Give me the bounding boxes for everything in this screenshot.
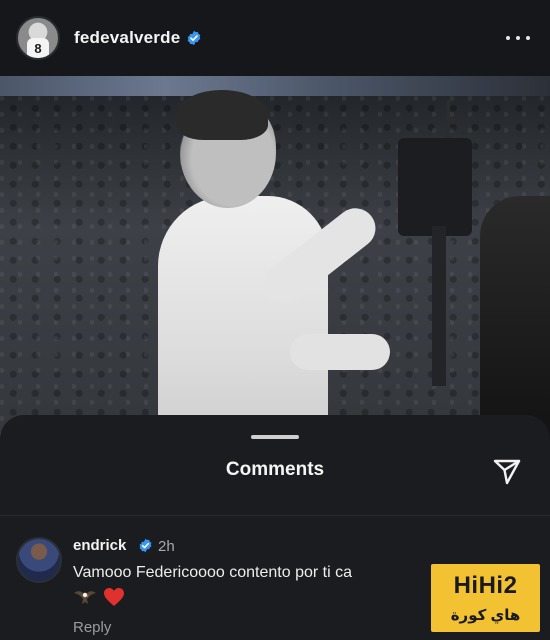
more-dot	[526, 36, 530, 40]
red-heart-emoji-icon	[104, 588, 124, 606]
watermark-arabic: هاي كورة	[450, 607, 521, 624]
sheet-divider	[0, 515, 550, 516]
camera-stabilizer	[432, 226, 446, 386]
comment-timestamp: 2h	[158, 538, 175, 555]
more-dot	[506, 36, 510, 40]
comments-title: Comments	[225, 459, 325, 480]
profile-avatar[interactable]: 8	[16, 16, 60, 60]
comment-avatar[interactable]	[16, 537, 62, 583]
more-dot	[516, 36, 520, 40]
reply-button[interactable]: Reply	[73, 619, 111, 636]
eagle-emoji-icon	[74, 591, 96, 604]
watermark-brand: HiHi2	[453, 572, 518, 599]
post-header: 8 fedevalverde	[0, 0, 550, 76]
post-username[interactable]: fedevalverde	[74, 28, 180, 48]
comment-emojis	[73, 585, 125, 609]
comment-username[interactable]: endrick	[73, 537, 126, 554]
player-hair	[176, 90, 268, 140]
broadcast-camera	[398, 138, 472, 236]
post-photo[interactable]	[0, 76, 550, 456]
watermark-logo: HiHi2 هاي كورة	[431, 564, 540, 632]
more-options-button[interactable]	[506, 28, 530, 48]
comment-text: Vamooo Federicoooo contento por ti ca	[73, 564, 352, 581]
avatar-jersey-number: 8	[27, 38, 49, 58]
verified-badge-icon	[139, 538, 152, 553]
player-forearm	[290, 334, 390, 370]
sheet-drag-handle[interactable]	[251, 435, 299, 439]
camera-antenna	[446, 100, 450, 140]
stadium-lights	[0, 76, 550, 96]
verified-badge-icon	[188, 30, 201, 46]
send-icon[interactable]	[491, 455, 523, 487]
